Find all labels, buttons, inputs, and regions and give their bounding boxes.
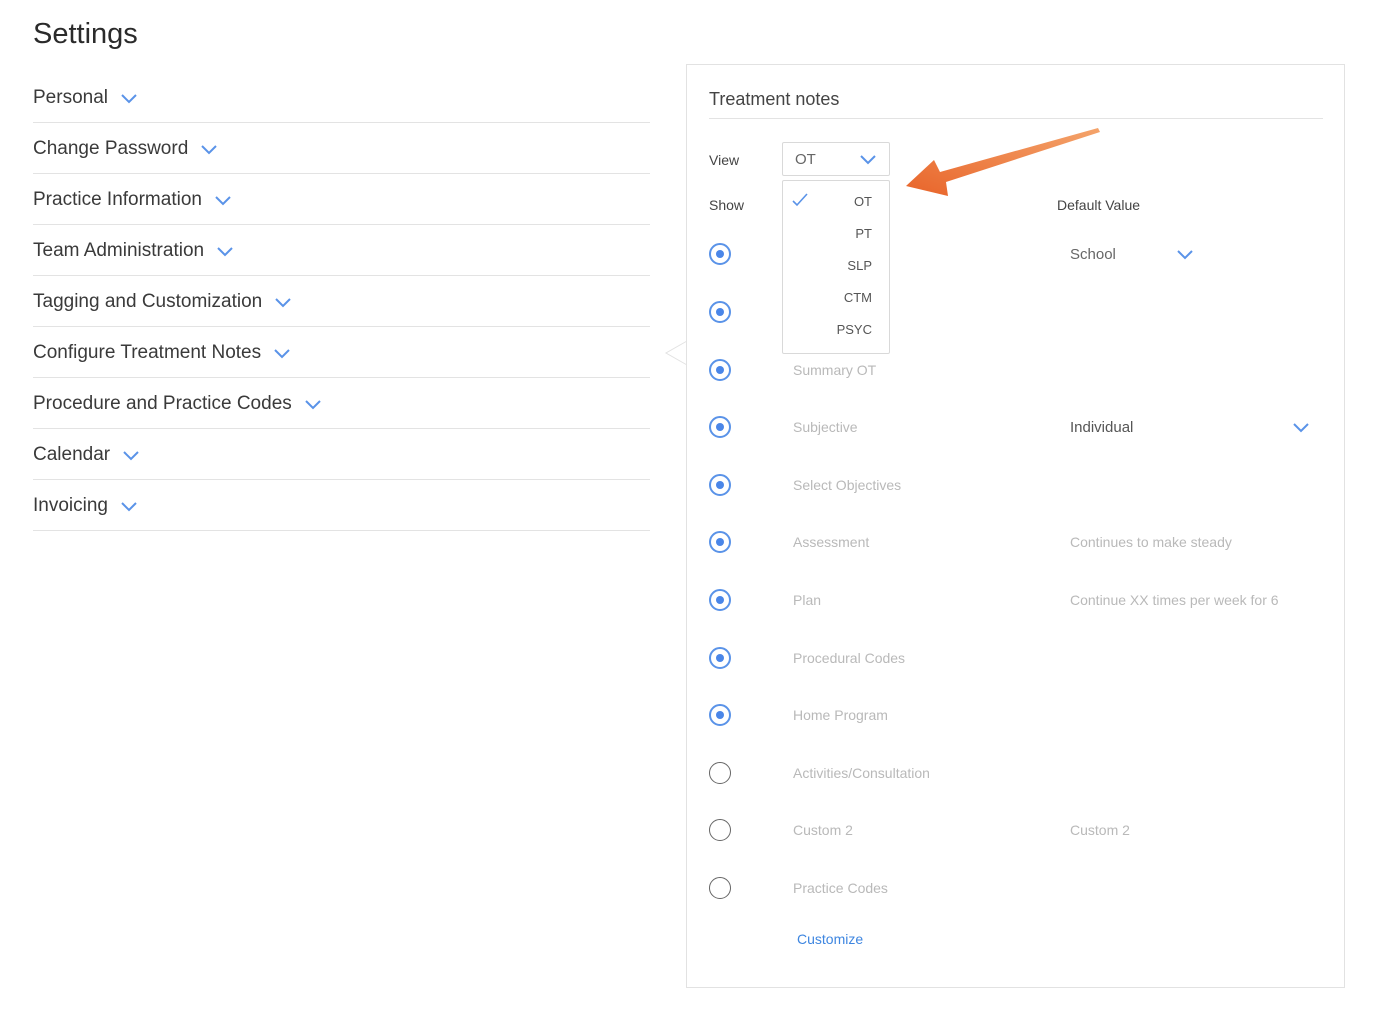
panel-title: Treatment notes xyxy=(709,89,840,109)
row-label: Custom 2 xyxy=(793,822,853,838)
section-personal[interactable]: Personal xyxy=(33,72,650,123)
chevron-down-icon[interactable] xyxy=(1292,420,1310,438)
dropdown-option-label: SLP xyxy=(847,258,872,273)
section-label: Calendar xyxy=(33,443,111,465)
row-label: Select Objectives xyxy=(793,477,902,493)
show-toggle[interactable] xyxy=(709,704,731,726)
note-row: Select Objectives xyxy=(687,474,1344,514)
default-select-value[interactable]: Individual xyxy=(1070,419,1133,436)
dropdown-option-label: PSYC xyxy=(836,322,872,337)
panel-pointer xyxy=(664,340,688,366)
view-select[interactable]: OT xyxy=(782,142,890,176)
section-label: Procedure and Practice Codes xyxy=(33,392,292,414)
default-text-value[interactable]: Custom 2 xyxy=(1070,822,1130,838)
default-select-value[interactable]: School xyxy=(1070,246,1116,263)
section-label: Team Administration xyxy=(33,239,205,261)
section-label: Practice Information xyxy=(33,188,202,210)
section-team-administration[interactable]: Team Administration xyxy=(33,225,650,276)
customize-link[interactable]: Customize xyxy=(797,931,863,947)
section-label: Invoicing xyxy=(33,494,108,516)
chevron-down-icon xyxy=(216,245,234,257)
section-label: Configure Treatment Notes xyxy=(33,341,262,363)
page-title: Settings xyxy=(33,18,138,50)
chevron-down-icon xyxy=(304,398,322,410)
section-calendar[interactable]: Calendar xyxy=(33,429,650,480)
annotation-arrow-icon xyxy=(906,128,1100,196)
dropdown-option-label: CTM xyxy=(843,290,872,305)
section-change-password[interactable]: Change Password xyxy=(33,123,650,174)
check-icon xyxy=(792,193,808,207)
note-row: Activities/Consultation xyxy=(687,762,1344,802)
section-invoicing[interactable]: Invoicing xyxy=(33,480,650,531)
note-row: Practice Codes xyxy=(687,877,1344,917)
chevron-down-icon xyxy=(274,296,292,308)
note-row: Plan Continue XX times per week for 6 xyxy=(687,589,1344,629)
divider xyxy=(709,118,1323,119)
show-toggle[interactable] xyxy=(709,474,731,496)
show-toggle[interactable] xyxy=(709,416,731,438)
show-toggle[interactable] xyxy=(709,877,731,899)
section-tagging-customization[interactable]: Tagging and Customization xyxy=(33,276,650,327)
section-procedure-practice-codes[interactable]: Procedure and Practice Codes xyxy=(33,378,650,429)
show-toggle[interactable] xyxy=(709,647,731,669)
note-row: Subjective Individual xyxy=(687,416,1344,456)
show-toggle[interactable] xyxy=(709,589,731,611)
settings-accordion: Personal Change Password Practice Inform… xyxy=(33,72,650,531)
chevron-down-icon xyxy=(273,347,291,359)
chevron-down-icon xyxy=(120,92,138,104)
view-select-value: OT xyxy=(795,150,816,168)
show-toggle[interactable] xyxy=(709,819,731,841)
section-label: Personal xyxy=(33,86,108,108)
dropdown-option-label: PT xyxy=(855,226,872,241)
note-row: Procedural Codes xyxy=(687,647,1344,687)
default-text-value[interactable]: Continues to make steady xyxy=(1070,534,1232,550)
dropdown-option-slp[interactable]: SLP xyxy=(783,250,889,282)
show-toggle[interactable] xyxy=(709,359,731,381)
note-row: Custom 2 Custom 2 xyxy=(687,819,1344,859)
section-configure-treatment-notes[interactable]: Configure Treatment Notes xyxy=(33,327,650,378)
chevron-down-icon xyxy=(122,449,140,461)
dropdown-option-psyc[interactable]: PSYC xyxy=(783,314,889,346)
chevron-down-icon xyxy=(214,194,232,206)
dropdown-option-label: OT xyxy=(853,194,872,209)
chevron-down-icon xyxy=(120,500,138,512)
row-label: Procedural Codes xyxy=(793,650,906,666)
note-row: Summary OT xyxy=(687,359,1344,399)
show-toggle[interactable] xyxy=(709,762,731,784)
section-label: Tagging and Customization xyxy=(33,290,263,312)
dropdown-option-ot[interactable]: OT xyxy=(783,186,889,218)
row-label: Assessment xyxy=(793,534,870,550)
chevron-down-icon[interactable] xyxy=(1176,247,1194,265)
chevron-down-icon xyxy=(200,143,218,155)
show-toggle[interactable] xyxy=(709,301,731,323)
note-row: Home Program xyxy=(687,704,1344,744)
section-practice-information[interactable]: Practice Information xyxy=(33,174,650,225)
dropdown-option-pt[interactable]: PT xyxy=(783,218,889,250)
section-label: Change Password xyxy=(33,137,189,159)
default-text-value[interactable]: Continue XX times per week for 6 xyxy=(1070,592,1279,608)
view-dropdown-menu: OT PT SLP CTM PSYC xyxy=(782,180,890,354)
dropdown-option-ctm[interactable]: CTM xyxy=(783,282,889,314)
show-column-header: Show xyxy=(709,197,745,213)
row-label: Activities/Consultation xyxy=(793,765,930,781)
view-label: View xyxy=(709,152,740,168)
row-label: Summary OT xyxy=(793,362,877,378)
row-label: Plan xyxy=(793,592,822,608)
row-label: Subjective xyxy=(793,419,858,435)
chevron-down-icon xyxy=(859,153,877,165)
show-toggle[interactable] xyxy=(709,243,731,265)
note-row: Assessment Continues to make steady xyxy=(687,531,1344,571)
row-label: Practice Codes xyxy=(793,880,888,896)
show-toggle[interactable] xyxy=(709,531,731,553)
row-label: Home Program xyxy=(793,707,888,723)
